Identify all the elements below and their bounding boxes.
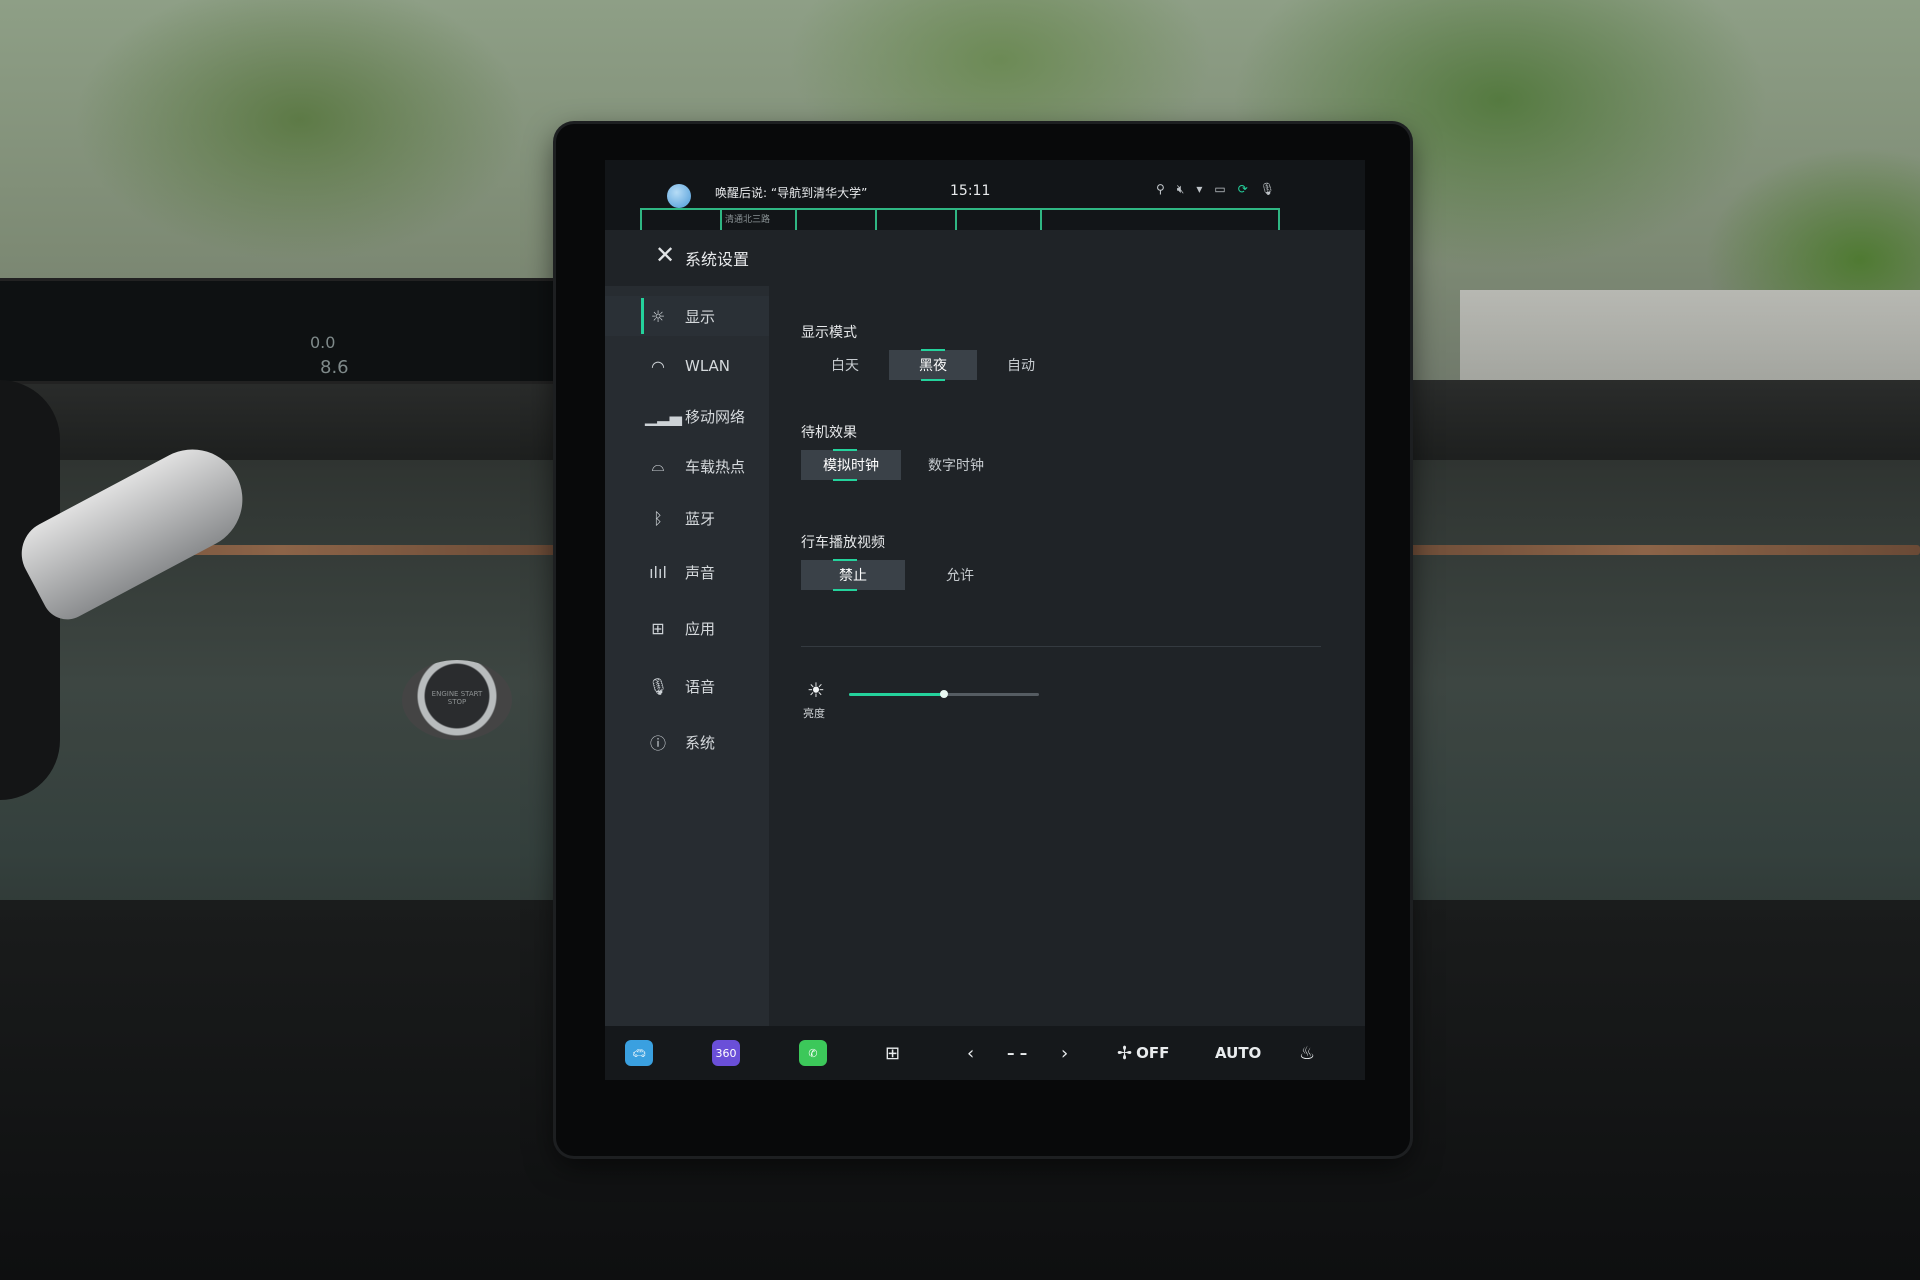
sidebar-item-wlan[interactable]: ◠ WLAN: [605, 346, 769, 386]
close-icon[interactable]: ✕: [655, 243, 675, 267]
brightness-slider[interactable]: [849, 690, 1039, 698]
mini-map-strip: 清通北三路: [640, 208, 1280, 232]
driving-video-allow[interactable]: 允许: [905, 560, 1015, 590]
status-clock: 15:11: [950, 183, 991, 199]
sidebar-item-system[interactable]: ⓘ 系统: [605, 722, 769, 762]
voice-hint-text: 唤醒后说: “导航到清华大学”: [715, 186, 868, 200]
brightness-slider-handle[interactable]: [940, 690, 948, 698]
display-brightness-icon: ☼: [650, 306, 666, 326]
chevron-left-icon: ‹: [967, 1042, 975, 1064]
bottom-dock: 🚗︎ 360 ✆ ⊞ ‹ – – › ✢ OFF AUTO ♨: [605, 1026, 1365, 1080]
driving-video-forbid[interactable]: 禁止: [801, 559, 905, 591]
brightness-label: 亮度: [803, 707, 825, 720]
temperature-value: – –: [1007, 1044, 1028, 1062]
driving-video-title: 行车播放视频: [801, 535, 885, 551]
sidebar-item-label: WLAN: [685, 357, 731, 375]
sidebar-item-label: 系统: [685, 733, 716, 752]
temp-increase-button[interactable]: ›: [1061, 1038, 1068, 1068]
page-title: 系统设置: [685, 250, 750, 269]
display-mode-title: 显示模式: [801, 325, 857, 341]
car-hotspot-icon: ⌓: [651, 456, 665, 475]
status-bar: 唤醒后说: “导航到清华大学” 15:11 ⚲ 🔇︎ ▾ ▭ ⟳ 🎙︎ 清通北三…: [605, 160, 1365, 230]
display-mode-day[interactable]: 白天: [801, 350, 889, 380]
car-app-button[interactable]: 🚗︎: [625, 1038, 653, 1068]
sidebar-item-label: 语音: [685, 677, 716, 696]
standby-effect-title: 待机效果: [801, 425, 857, 441]
sidebar-item-label: 显示: [685, 307, 716, 326]
infotainment-screen: 唤醒后说: “导航到清华大学” 15:11 ⚲ 🔇︎ ▾ ▭ ⟳ 🎙︎ 清通北三…: [605, 160, 1365, 1080]
sidebar-item-label: 车载热点: [685, 457, 746, 476]
sidebar-item-voice[interactable]: 🎙︎ 语音: [605, 666, 769, 706]
sidebar-item-sound[interactable]: ılıl 声音: [605, 552, 769, 592]
phone-icon: ✆: [799, 1040, 827, 1066]
sidebar-item-label: 应用: [685, 619, 716, 638]
chevron-right-icon: ›: [1061, 1042, 1069, 1064]
display-mode-night[interactable]: 黑夜: [889, 349, 977, 381]
defrost-icon: ♨: [1299, 1042, 1316, 1064]
sidebar-item-hotspot[interactable]: ⌓ 车载热点: [605, 446, 769, 486]
start-button-label: ENGINE START STOP: [431, 690, 483, 706]
camera-icon: ▭: [1214, 182, 1226, 196]
wifi-icon: ▾: [1196, 182, 1203, 196]
map-road-label: 清通北三路: [725, 215, 771, 225]
climate-auto-button[interactable]: AUTO: [1215, 1038, 1261, 1068]
settings-header: ✕ 系统设置: [605, 230, 1365, 286]
voice-assistant-icon[interactable]: [667, 184, 691, 208]
fan-icon: ✢: [1117, 1042, 1133, 1064]
sidebar-item-bluetooth[interactable]: ᛒ 蓝牙: [605, 498, 769, 538]
fan-button[interactable]: ✢ OFF: [1117, 1038, 1169, 1068]
sound-wave-icon: ılıl: [649, 562, 667, 582]
phone-button[interactable]: ✆: [799, 1038, 827, 1068]
climate-auto-label: AUTO: [1215, 1044, 1262, 1062]
temperature-display: – –: [1007, 1038, 1027, 1068]
sidebar-item-apps[interactable]: ⊞ 应用: [605, 608, 769, 648]
person-icon: ⚲: [1155, 182, 1165, 196]
car-app-icon: 🚗︎: [625, 1040, 653, 1066]
camera-360-button[interactable]: 360: [712, 1038, 740, 1068]
display-settings-panel: 显示模式 白天 黑夜 自动 待机效果 模拟时钟 数字时钟 行车播放视频 禁止 允…: [769, 286, 1365, 1026]
section-divider: [801, 646, 1321, 647]
apps-grid-icon: ⊞: [651, 618, 665, 638]
cluster-readout-1: 0.0: [310, 333, 336, 352]
bluetooth-icon: ᛒ: [653, 508, 663, 528]
defrost-button[interactable]: ♨: [1299, 1038, 1315, 1068]
brightness-slider-fill: [849, 693, 944, 696]
temp-decrease-button[interactable]: ‹: [967, 1038, 974, 1068]
standby-digital-clock[interactable]: 数字时钟: [901, 450, 1011, 480]
display-mode-segmented-control: 白天 黑夜 自动: [801, 349, 1065, 381]
sidebar-item-label: 声音: [685, 563, 716, 582]
sidebar-item-mobile-network[interactable]: ▁▂▄ 移动网络: [605, 396, 769, 436]
instrument-cluster: 0.0 8.6: [0, 278, 573, 384]
status-icons: ⚲ 🔇︎ ▾ ▭ ⟳ 🎙︎: [1156, 182, 1275, 197]
trim-strip-right: [1370, 545, 1920, 555]
volume-muted-icon: 🔇︎: [1176, 182, 1185, 196]
fan-status: OFF: [1136, 1044, 1170, 1062]
settings-sidebar: ☼ 显示 ◠ WLAN ▁▂▄ 移动网络 ⌓ 车载热点 ᛒ 蓝牙 ılıl 声音…: [605, 286, 769, 1026]
brightness-icon: ☀: [807, 678, 825, 702]
driving-video-segmented-control: 禁止 允许: [801, 559, 1015, 591]
sync-icon: ⟳: [1237, 182, 1248, 196]
microphone-icon: 🎙︎: [647, 676, 669, 696]
display-mode-auto[interactable]: 自动: [977, 350, 1065, 380]
sidebar-item-label: 蓝牙: [685, 509, 716, 528]
apps-grid-icon: ⊞: [885, 1042, 901, 1064]
camera-360-icon: 360: [712, 1040, 740, 1066]
wifi-icon: ◠: [651, 356, 665, 376]
sidebar-item-display[interactable]: ☼ 显示: [605, 296, 769, 336]
cluster-readout-2: 8.6: [320, 357, 349, 378]
standby-effect-segmented-control: 模拟时钟 数字时钟: [801, 449, 1011, 481]
signal-bars-icon: ▁▂▄: [645, 406, 682, 426]
standby-analog-clock[interactable]: 模拟时钟: [801, 449, 901, 481]
microphone-icon: 🎙︎: [1259, 182, 1275, 196]
info-icon: ⓘ: [649, 734, 666, 753]
engine-start-button: ENGINE START STOP: [402, 660, 512, 740]
app-launcher-button[interactable]: ⊞: [885, 1038, 900, 1068]
sidebar-item-label: 移动网络: [685, 407, 746, 426]
